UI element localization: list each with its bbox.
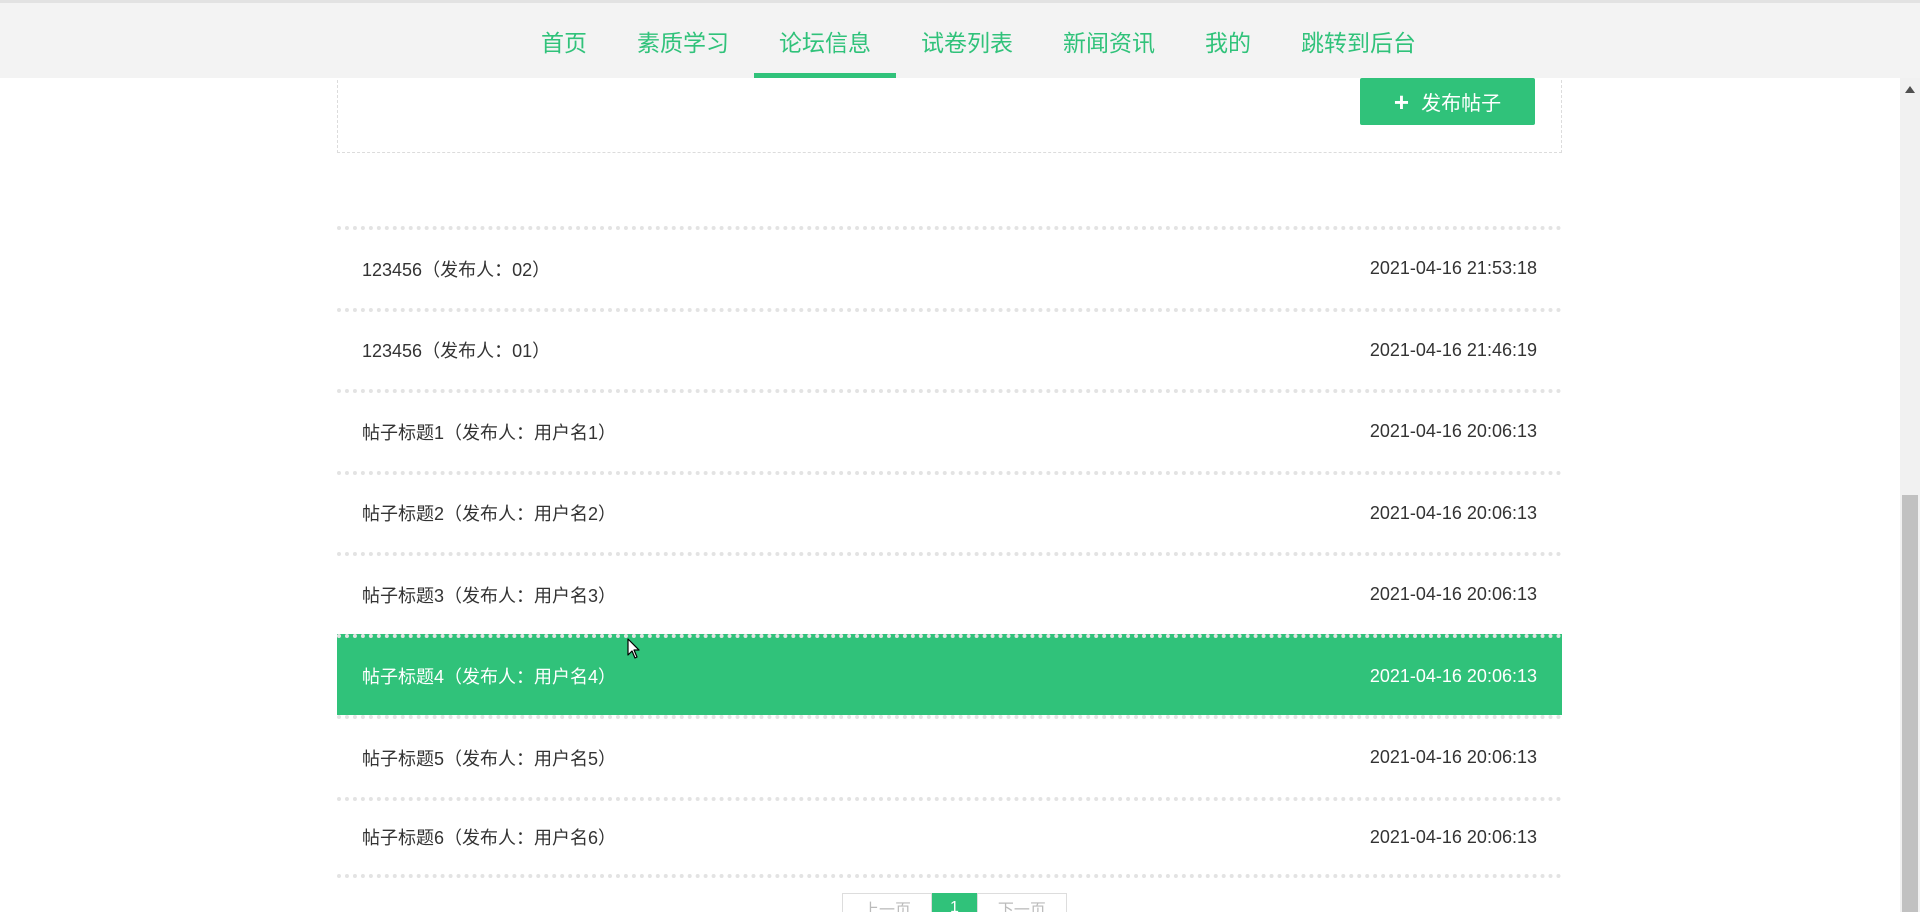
forum-page: 首页 素质学习 论坛信息 试卷列表 新闻资讯 我的 跳转到后台 + 发布帖子 1… — [0, 0, 1920, 912]
nav-item-news[interactable]: 新闻资讯 — [1038, 3, 1180, 78]
scroll-up-icon[interactable] — [1905, 86, 1915, 93]
page-scrollbar[interactable] — [1900, 78, 1920, 912]
post-title: 帖子标题5（发布人：用户名5） — [362, 748, 617, 769]
nav-item-quality-learning[interactable]: 素质学习 — [612, 3, 754, 78]
list-item[interactable]: 帖子标题3（发布人：用户名3） 2021-04-16 20:06:13 — [337, 552, 1562, 634]
nav-item-mine[interactable]: 我的 — [1180, 3, 1276, 78]
post-list: 123456（发布人：02） 2021-04-16 21:53:18 12345… — [337, 226, 1562, 878]
post-title: 帖子标题1（发布人：用户名1） — [362, 422, 617, 443]
post-date: 2021-04-16 20:06:13 — [1369, 584, 1537, 605]
list-item[interactable]: 123456（发布人：02） 2021-04-16 21:53:18 — [337, 226, 1562, 308]
post-title: 帖子标题2（发布人：用户名2） — [362, 504, 617, 525]
post-title: 帖子标题3（发布人：用户名3） — [362, 585, 617, 606]
post-title: 帖子标题4（发布人：用户名4） — [362, 667, 617, 688]
post-date: 2021-04-16 21:53:18 — [1369, 258, 1537, 279]
post-date: 2021-04-16 20:06:13 — [1369, 826, 1537, 847]
nav-item-forum[interactable]: 论坛信息 — [754, 3, 896, 78]
scrollbar-thumb[interactable] — [1902, 495, 1918, 912]
top-nav-bar: 首页 素质学习 论坛信息 试卷列表 新闻资讯 我的 跳转到后台 — [0, 0, 1920, 78]
post-title: 123456（发布人：01） — [362, 341, 551, 362]
main-nav: 首页 素质学习 论坛信息 试卷列表 新闻资讯 我的 跳转到后台 — [516, 3, 1441, 78]
list-item[interactable]: 帖子标题6（发布人：用户名6） 2021-04-16 20:06:13 — [337, 796, 1562, 878]
pagination: 上一页 1 下一页 — [842, 893, 1067, 912]
post-title: 123456（发布人：02） — [362, 259, 551, 280]
list-item[interactable]: 帖子标题2（发布人：用户名2） 2021-04-16 20:06:13 — [337, 470, 1562, 553]
post-title: 帖子标题6（发布人：用户名6） — [362, 828, 617, 849]
publish-post-label: 发布帖子 — [1421, 93, 1502, 115]
post-date: 2021-04-16 20:06:13 — [1369, 502, 1537, 523]
list-item[interactable]: 123456（发布人：01） 2021-04-16 21:46:19 — [337, 307, 1562, 390]
nav-item-admin[interactable]: 跳转到后台 — [1276, 3, 1441, 78]
publish-post-button[interactable]: + 发布帖子 — [1360, 78, 1535, 125]
list-item-hovered[interactable]: 帖子标题4（发布人：用户名4） 2021-04-16 20:06:13 — [337, 633, 1562, 715]
prev-page-button[interactable]: 上一页 — [842, 893, 933, 912]
list-item[interactable]: 帖子标题5（发布人：用户名5） 2021-04-16 20:06:13 — [337, 715, 1562, 797]
current-page-button[interactable]: 1 — [932, 893, 977, 912]
post-date: 2021-04-16 20:06:13 — [1369, 665, 1537, 686]
post-date: 2021-04-16 20:06:13 — [1369, 421, 1537, 442]
list-item[interactable]: 帖子标题1（发布人：用户名1） 2021-04-16 20:06:13 — [337, 389, 1562, 471]
next-page-button[interactable]: 下一页 — [976, 893, 1067, 912]
post-date: 2021-04-16 20:06:13 — [1369, 747, 1537, 768]
nav-item-home[interactable]: 首页 — [516, 3, 612, 78]
plus-icon: + — [1393, 86, 1410, 117]
mouse-pointer-icon — [627, 638, 640, 659]
nav-item-exam-list[interactable]: 试卷列表 — [896, 3, 1038, 78]
post-date: 2021-04-16 21:46:19 — [1369, 339, 1537, 360]
